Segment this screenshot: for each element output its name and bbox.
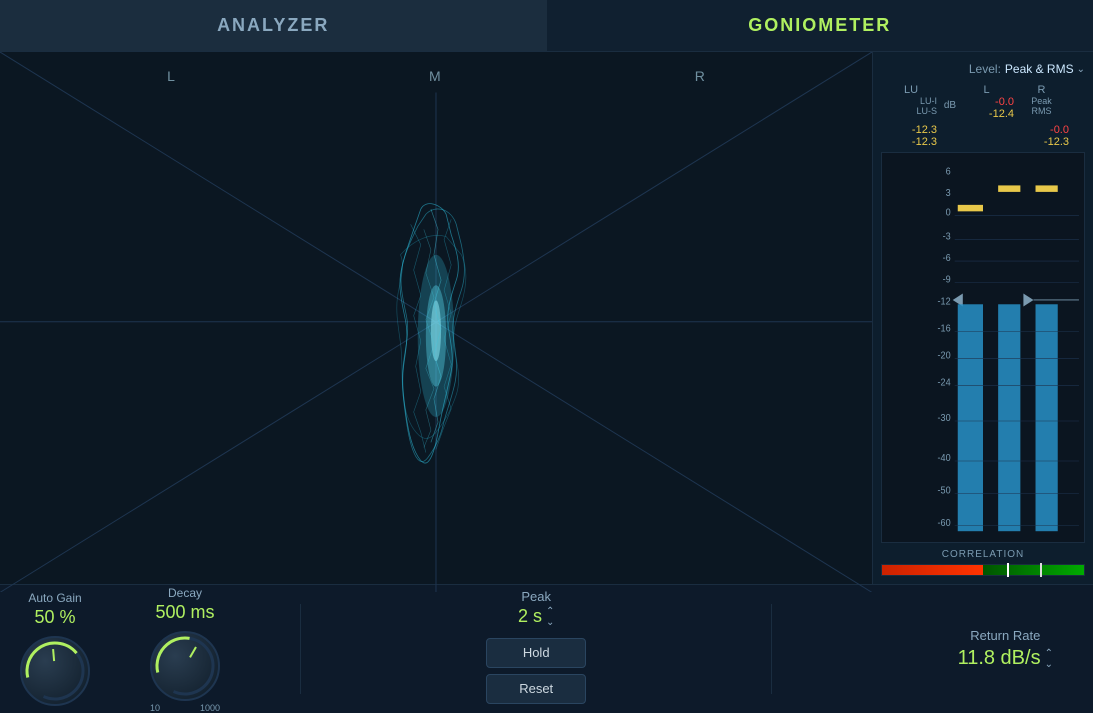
level-selector[interactable]: Peak & RMS ⌄ — [1005, 62, 1085, 76]
lui-label: LU-I — [920, 96, 937, 106]
decay-scale-min: 10 — [150, 703, 160, 713]
r-rms-value: -12.3 — [1044, 136, 1069, 148]
return-rate-chevron-icon: ⌃⌄ — [1045, 648, 1053, 670]
r-peak-value: -0.0 — [1050, 124, 1069, 136]
l-col-header: L — [959, 84, 1014, 96]
panel-divider-1 — [300, 604, 301, 694]
svg-text:-9: -9 — [943, 273, 951, 284]
decay-group: Decay 500 ms 10 1000 — [150, 586, 220, 713]
svg-text:3: 3 — [946, 187, 951, 198]
main-area: L M R — [0, 52, 1093, 585]
correlation-bar — [881, 564, 1085, 576]
lu-col-header: LU — [881, 84, 941, 96]
header: ANALYZER GONIOMETER — [0, 0, 1093, 52]
lu-values: -12.3 -12.3 — [881, 124, 941, 148]
svg-text:0: 0 — [946, 206, 951, 217]
decay-knob[interactable] — [150, 631, 220, 701]
svg-text:-50: -50 — [938, 484, 951, 495]
peak-section: Peak 2 s ⌃⌄ Hold Reset — [486, 589, 586, 710]
peak-label: Peak — [1031, 96, 1052, 106]
peak-value-display: 2 s ⌃⌄ — [518, 606, 554, 628]
svg-text:6: 6 — [946, 165, 951, 176]
l-peak-value: -0.0 — [995, 96, 1014, 108]
return-rate-label: Return Rate — [970, 628, 1040, 643]
decay-knob-svg — [150, 631, 220, 701]
correlation-section: CORRELATION — [881, 549, 1085, 576]
peak-chevron-icon: ⌃⌄ — [546, 606, 554, 628]
svg-text:-60: -60 — [938, 516, 951, 527]
tab-analyzer[interactable]: ANALYZER — [0, 0, 547, 51]
hold-button[interactable]: Hold — [486, 638, 586, 668]
level-selector-text: Peak & RMS — [1005, 62, 1074, 76]
svg-text:-16: -16 — [938, 322, 951, 333]
chevron-down-icon: ⌄ — [1077, 64, 1085, 75]
r-col-header: R — [1014, 84, 1069, 96]
goniometer-display — [0, 52, 872, 592]
reset-button-label: Reset — [519, 681, 553, 696]
auto-gain-label: Auto Gain — [28, 591, 81, 605]
return-rate-section: Return Rate 11.8 dB/s ⌃⌄ — [958, 628, 1053, 670]
correlation-marker-2 — [1040, 563, 1042, 577]
hold-button-label: Hold — [523, 645, 550, 660]
auto-gain-value: 50 % — [34, 607, 75, 628]
svg-text:-12: -12 — [938, 295, 951, 306]
lui-value: -12.3 — [912, 124, 937, 136]
r-values: -0.0 -12.3 — [1014, 124, 1069, 148]
svg-text:-24: -24 — [938, 376, 951, 387]
tab-analyzer-label: ANALYZER — [217, 15, 329, 36]
decay-scale: 10 1000 — [150, 703, 220, 713]
right-panel: Level: Peak & RMS ⌄ LU L R LU-I LU-S dB … — [873, 52, 1093, 584]
level-header: Level: Peak & RMS ⌄ — [881, 62, 1085, 76]
reset-button[interactable]: Reset — [486, 674, 586, 704]
level-label: Level: — [969, 62, 1001, 76]
correlation-label: CORRELATION — [881, 549, 1085, 560]
peak-value-text: 2 s — [518, 606, 542, 627]
analyzer-panel: L M R — [0, 52, 873, 584]
auto-gain-group: Auto Gain 50 % — [20, 591, 90, 708]
tab-goniometer-label: GONIOMETER — [748, 15, 891, 36]
bottom-controls: Auto Gain 50 % Decay 500 ms — [0, 585, 1093, 713]
auto-gain-knob-svg — [20, 636, 90, 706]
correlation-red — [882, 565, 983, 575]
return-rate-value-display[interactable]: 11.8 dB/s ⌃⌄ — [958, 647, 1053, 670]
correlation-marker-1 — [1007, 563, 1009, 577]
return-rate-value: 11.8 dB/s — [958, 647, 1041, 670]
panel-divider-2 — [771, 604, 772, 694]
svg-text:-6: -6 — [943, 252, 951, 263]
svg-text:-20: -20 — [938, 349, 951, 360]
bar-meter: 6 3 0 -3 -6 -9 -12 -16 -20 -24 -30 -40 -… — [881, 152, 1085, 543]
bar-meter-svg: 6 3 0 -3 -6 -9 -12 -16 -20 -24 -30 -40 -… — [882, 153, 1084, 542]
svg-text:-40: -40 — [938, 452, 951, 463]
decay-value: 500 ms — [155, 602, 214, 623]
svg-text:-30: -30 — [938, 412, 951, 423]
auto-gain-knob[interactable] — [20, 636, 90, 706]
lus-value: -12.3 — [912, 136, 937, 148]
decay-scale-max: 1000 — [200, 703, 220, 713]
tab-goniometer[interactable]: GONIOMETER — [547, 0, 1093, 51]
svg-text:-3: -3 — [943, 230, 951, 241]
correlation-green — [983, 565, 1084, 575]
